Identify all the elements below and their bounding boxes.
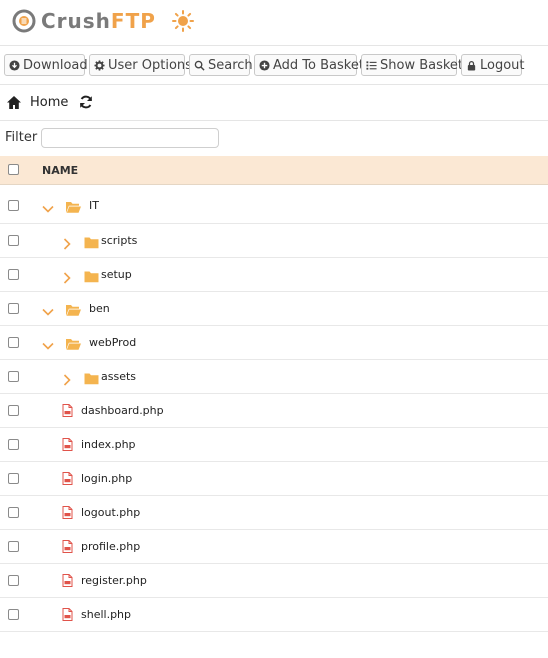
search-button[interactable]: Search [189,54,253,76]
logo-text: CrushFTP [41,9,156,33]
chevron-down-icon[interactable] [42,200,54,213]
folder-row[interactable]: scripts [0,224,548,258]
folder-open-icon [65,336,82,355]
php-file-icon [62,606,73,625]
file-name[interactable]: register.php [81,574,147,587]
breadcrumb-divider [0,120,548,121]
row-checkbox[interactable] [8,371,19,382]
logout-button[interactable]: Logout [461,54,525,76]
file-row[interactable]: profile.php [0,530,548,564]
row-checkbox[interactable] [8,303,19,314]
file-table: NAME IT scripts setup ben webProd assets dashb… [0,156,548,632]
filter-label: Filter [5,130,38,145]
file-row[interactable]: index.php [0,428,548,462]
folder-icon [84,234,99,253]
file-name[interactable]: profile.php [81,540,140,553]
refresh-icon[interactable] [78,94,94,110]
user-options-button[interactable]: User Options [89,54,192,76]
folder-row[interactable]: setup [0,258,548,292]
file-name[interactable]: login.php [81,472,132,485]
row-checkbox[interactable] [8,575,19,586]
file-name[interactable]: index.php [81,438,136,451]
download-icon [9,59,20,71]
folder-name[interactable]: setup [101,268,132,281]
breadcrumb[interactable]: Home [6,92,68,112]
folder-name[interactable]: scripts [101,234,137,247]
file-row[interactable]: shell.php [0,598,548,632]
name-column-header[interactable]: NAME [42,164,78,177]
crushftp-logo: CrushFTP [12,8,156,34]
php-file-icon [62,504,73,523]
table-header: NAME [0,156,548,185]
row-checkbox[interactable] [8,235,19,246]
file-name[interactable]: shell.php [81,608,131,621]
file-name[interactable]: logout.php [81,506,140,519]
folder-open-icon [65,199,82,218]
add-to-basket-button[interactable]: Add To Basket [254,54,364,76]
folder-icon [84,268,99,287]
file-row[interactable]: register.php [0,564,548,598]
chevron-down-icon[interactable] [42,303,54,316]
toolbar-divider [0,84,548,85]
row-checkbox[interactable] [8,405,19,416]
crushftp-logo-icon [12,9,36,33]
file-name[interactable]: dashboard.php [81,404,164,417]
filter-input[interactable] [41,128,219,148]
php-file-icon [62,402,73,421]
row-checkbox[interactable] [8,609,19,620]
list-icon [366,60,377,70]
breadcrumb-home[interactable]: Home [30,95,68,110]
sun-icon[interactable] [172,10,194,32]
folder-name[interactable]: IT [89,199,99,212]
folder-name[interactable]: ben [89,302,110,315]
chevron-right-icon[interactable] [61,269,73,284]
php-file-icon [62,436,73,455]
php-file-icon [62,572,73,591]
chevron-right-icon[interactable] [61,235,73,250]
home-icon [7,95,21,109]
folder-name[interactable]: assets [101,370,136,383]
row-checkbox[interactable] [8,507,19,518]
row-checkbox[interactable] [8,473,19,484]
folder-row[interactable]: webProd [0,326,548,360]
php-file-icon [62,470,73,489]
row-checkbox[interactable] [8,269,19,280]
row-checkbox[interactable] [8,439,19,450]
folder-row[interactable]: assets [0,360,548,394]
show-basket-button[interactable]: Show Basket [361,54,463,76]
row-checkbox[interactable] [8,541,19,552]
folder-row[interactable]: ben [0,292,548,326]
folder-icon [84,370,99,389]
search-icon [194,60,205,71]
chevron-down-icon[interactable] [42,337,54,350]
header-divider [0,45,548,46]
php-file-icon [62,538,73,557]
row-checkbox[interactable] [8,337,19,348]
folder-row[interactable]: IT [0,185,548,224]
table-body: IT scripts setup ben webProd assets dashboard.… [0,185,548,632]
folder-name[interactable]: webProd [89,336,136,349]
row-checkbox[interactable] [8,200,19,211]
file-row[interactable]: logout.php [0,496,548,530]
folder-open-icon [65,302,82,321]
select-all-checkbox[interactable] [8,164,19,175]
file-row[interactable]: login.php [0,462,548,496]
download-button[interactable]: Download [4,54,88,76]
chevron-right-icon[interactable] [61,371,73,386]
plus-icon [259,59,270,71]
lock-icon [467,60,476,71]
file-row[interactable]: dashboard.php [0,394,548,428]
gear-icon [94,59,105,71]
